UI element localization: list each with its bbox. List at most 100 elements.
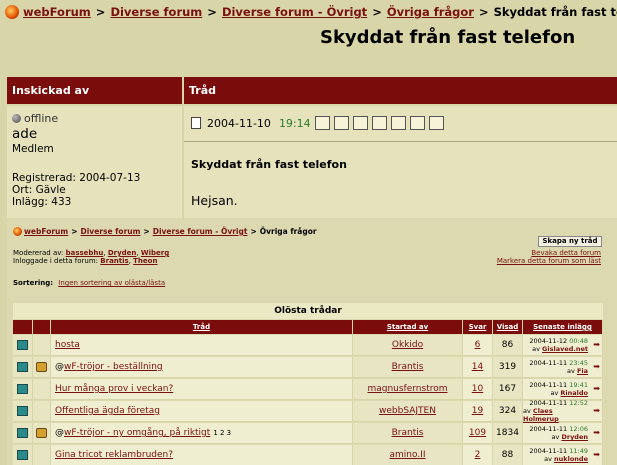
last-post-author-link[interactable]: Fia <box>577 367 588 375</box>
started-by-link[interactable]: Brantis <box>392 428 424 438</box>
embedded-breadcrumb-link[interactable]: webForum <box>24 227 68 236</box>
thread-title-link[interactable]: hosta <box>55 340 80 350</box>
col-started-by[interactable]: Startad av <box>353 320 463 334</box>
last-post-time: 00:48 <box>569 337 588 345</box>
watch-forum-link[interactable]: Bevaka detta forum <box>531 249 601 257</box>
report-icon[interactable] <box>428 116 444 130</box>
author-registered: Registrerad: 2004-07-13 <box>12 172 141 184</box>
author-name[interactable]: ade <box>12 126 177 142</box>
post-panel: 2004-11-10 19:14 Skyddat från fast telef… <box>184 106 617 218</box>
last-post-cell: 2004-11-11 12:52 av Claes Holmerup ➡ <box>523 399 603 423</box>
homepage-icon[interactable] <box>371 116 387 130</box>
quote-icon[interactable] <box>314 116 330 130</box>
started-by-cell: magnusfernstrom <box>353 379 463 400</box>
last-post-cell: 2004-11-11 19:41 av Rinaldo ➡ <box>523 379 603 400</box>
sticky-icon <box>36 428 47 438</box>
started-by-cell: Brantis <box>353 357 463 378</box>
started-by-link[interactable]: webbSAJTEN <box>379 406 436 416</box>
post-date: 2004-11-10 <box>207 116 271 130</box>
sort-label: Sortering: <box>13 279 54 287</box>
breadcrumb-separator: > <box>71 227 78 236</box>
breadcrumb-link-diverse-ovrigt[interactable]: Diverse forum - Övrigt <box>222 5 367 19</box>
col-thread[interactable]: Tråd <box>51 320 353 334</box>
col-replies[interactable]: Svar <box>463 320 493 334</box>
email-icon[interactable] <box>352 116 368 130</box>
replies-link[interactable]: 6 <box>475 340 481 350</box>
moderator-link[interactable]: Wiberg <box>141 249 169 257</box>
folder-icon <box>17 406 28 416</box>
embedded-breadcrumb-link[interactable]: Diverse forum - Övrigt <box>153 227 248 236</box>
started-by-link[interactable]: magnusfernstrom <box>367 384 447 394</box>
replies-cell: 19 <box>463 401 493 422</box>
col-last-post[interactable]: Senaste inlägg <box>523 320 603 334</box>
last-post-by-label: av <box>550 389 559 397</box>
last-post-by-label: av <box>551 433 560 441</box>
last-post-cell: 2004-11-12 00:48 av Gislaved.net ➡ <box>523 335 603 356</box>
embedded-breadcrumb-link[interactable]: Diverse forum <box>81 227 141 236</box>
compare-icon[interactable] <box>409 116 425 130</box>
go-to-last-post-icon[interactable]: ➡ <box>593 363 600 371</box>
started-by-link[interactable]: amino.II <box>389 450 425 460</box>
started-by-link[interactable]: Okkido <box>392 340 423 350</box>
breadcrumb-link-webforum[interactable]: webForum <box>23 5 91 19</box>
moderated-label: Modererad av: <box>13 249 64 257</box>
last-post-date: 2004-11-12 <box>529 337 568 345</box>
go-to-last-post-icon[interactable]: ➡ <box>593 451 600 459</box>
replies-link[interactable]: 10 <box>472 384 483 394</box>
breadcrumb-separator: > <box>207 5 217 19</box>
new-thread-button[interactable]: Skapa ny tråd <box>538 236 602 247</box>
col-views[interactable]: Visad <box>493 320 523 334</box>
replies-cell: 109 <box>463 423 493 444</box>
breadcrumb-separator: > <box>372 5 382 19</box>
go-to-last-post-icon[interactable]: ➡ <box>593 407 600 415</box>
post-divider <box>184 141 617 142</box>
views-cell: 324 <box>493 401 523 422</box>
webforum-logo-icon[interactable] <box>5 5 19 19</box>
folder-cell <box>13 379 33 400</box>
breadcrumb-link-diverse-forum[interactable]: Diverse forum <box>110 5 202 19</box>
logged-in-user-link[interactable]: Brantis <box>100 257 128 265</box>
header-icon-cell <box>33 320 51 334</box>
go-to-last-post-icon[interactable]: ➡ <box>593 341 600 349</box>
last-post-author-link[interactable]: Dryden <box>561 433 588 441</box>
thread-title-link[interactable]: Gina tricot reklambruden? <box>55 450 173 460</box>
author-panel: offline ade Medlem Registrerad: 2004-07-… <box>7 106 182 218</box>
moderators-info: Modererad av: bassebhu, Dryden, Wiberg I… <box>13 249 170 265</box>
last-post-time: 11:49 <box>569 447 588 455</box>
offline-status-icon <box>12 114 21 123</box>
embedded-breadcrumb: webForum > Diverse forum > Diverse forum… <box>13 227 317 236</box>
folder-icon <box>17 450 28 460</box>
last-post-author-link[interactable]: nuklonde <box>554 455 588 463</box>
mark-read-link[interactable]: Markera detta forum som läst <box>497 257 601 265</box>
moderator-link[interactable]: bassebhu <box>66 249 104 257</box>
post-body: Hejsan. <box>191 193 238 208</box>
table-row: @ wF-tröjor - ny omgång, på riktigt 1 2 3 B… <box>13 423 603 444</box>
moderator-link[interactable]: Dryden <box>108 249 137 257</box>
breadcrumb-link-ovriga-fragor[interactable]: Övriga frågor <box>387 5 474 19</box>
thread-title-link[interactable]: wF-tröjor - beställning <box>64 362 163 372</box>
logged-in-user-link[interactable]: Theon <box>133 257 157 265</box>
post-subject: Skyddat från fast telefon <box>191 158 347 171</box>
replies-link[interactable]: 2 <box>475 450 481 460</box>
go-to-last-post-icon[interactable]: ➡ <box>593 429 600 437</box>
post-document-icon <box>191 117 201 129</box>
thread-title-link[interactable]: Hur många prov i veckan? <box>55 384 173 394</box>
search-icon[interactable] <box>390 116 406 130</box>
replies-link[interactable]: 19 <box>472 406 483 416</box>
last-post-author-link[interactable]: Rinaldo <box>560 389 588 397</box>
table-row: Hur många prov i veckan? magnusfernstrom 1… <box>13 379 603 400</box>
breadcrumb-separator: > <box>250 227 257 236</box>
profile-icon[interactable] <box>333 116 349 130</box>
go-to-last-post-icon[interactable]: ➡ <box>593 385 600 393</box>
last-post-author-link[interactable]: Gislaved.net <box>542 345 588 353</box>
webforum-logo-icon <box>13 227 22 236</box>
author-role: Medlem <box>12 143 54 155</box>
folder-cell <box>13 423 33 444</box>
replies-link[interactable]: 14 <box>472 362 483 372</box>
started-by-link[interactable]: Brantis <box>392 362 424 372</box>
thread-title-link[interactable]: Offentliga ägda företag <box>55 406 160 416</box>
thread-pages[interactable]: 1 2 3 <box>213 429 231 437</box>
thread-title-link[interactable]: wF-tröjor - ny omgång, på riktigt <box>64 428 210 438</box>
sort-link[interactable]: Ingen sortering av olästa/lästa <box>58 279 165 287</box>
replies-link[interactable]: 109 <box>469 428 486 438</box>
